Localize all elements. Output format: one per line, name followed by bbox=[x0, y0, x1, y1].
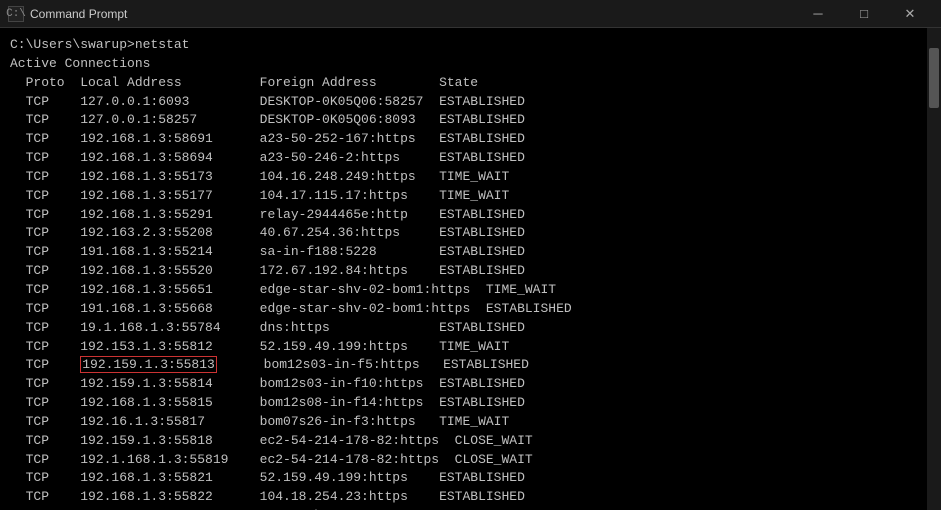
table-row: TCP 192.168.1.3:58691 a23-50-252-167:htt… bbox=[10, 130, 931, 149]
table-row: TCP 127.0.0.1:58257 DESKTOP-0K05Q06:8093… bbox=[10, 111, 931, 130]
command-prompt-line: C:\Users\swarup>netstat bbox=[10, 36, 931, 55]
terminal-icon: C:\ bbox=[8, 6, 24, 22]
minimize-button[interactable]: ─ bbox=[795, 0, 841, 28]
table-row: TCP 191.168.1.3:55214 sa-in-f188:5228 ES… bbox=[10, 243, 931, 262]
table-row: TCP 192.168.1.3:55291 relay-2944465e:htt… bbox=[10, 206, 931, 225]
scrollbar[interactable] bbox=[927, 28, 941, 510]
table-row: TCP 127.0.0.1:6093 DESKTOP-0K05Q06:58257… bbox=[10, 93, 931, 112]
outlined-address: 192.159.1.3:55813 bbox=[80, 356, 217, 373]
table-row: TCP 192.168.1.3:55520 172.67.192.84:http… bbox=[10, 262, 931, 281]
terminal-body: C:\Users\swarup>netstat Active Connectio… bbox=[0, 28, 941, 510]
maximize-button[interactable]: □ bbox=[841, 0, 887, 28]
table-row: TCP 192.168.1.3:55651 edge-star-shv-02-b… bbox=[10, 281, 931, 300]
table-row: TCP 192.159.1.3:55818 ec2-54-214-178-82:… bbox=[10, 432, 931, 451]
title-bar: C:\ Command Prompt ─ □ ✕ bbox=[0, 0, 941, 28]
window-controls: ─ □ ✕ bbox=[795, 0, 933, 28]
table-row: TCP 192.159.1.3:55814 bom12s03-in-f10:ht… bbox=[10, 375, 931, 394]
table-row: TCP 192.168.1.3:55821 52.159.49.199:http… bbox=[10, 469, 931, 488]
table-row: TCP 192.159.1.3:55813 bom12s03-in-f5:htt… bbox=[10, 356, 931, 375]
table-row: TCP 191.168.1.3:55668 edge-star-shv-02-b… bbox=[10, 300, 931, 319]
column-header: Proto Local Address Foreign Address Stat… bbox=[10, 74, 931, 93]
table-row: TCP 192.163.2.3:55208 40.67.254.36:https… bbox=[10, 224, 931, 243]
table-rows: TCP 127.0.0.1:6093 DESKTOP-0K05Q06:58257… bbox=[10, 93, 931, 510]
title-bar-left: C:\ Command Prompt bbox=[8, 6, 127, 22]
section-header: Active Connections bbox=[10, 55, 931, 74]
table-row: TCP 192.1.168.1.3:55819 ec2-54-214-178-8… bbox=[10, 451, 931, 470]
table-row: TCP 192.16.1.3:55817 bom07s26-in-f3:http… bbox=[10, 413, 931, 432]
table-row: TCP 192.153.1.3:55812 52.159.49.199:http… bbox=[10, 338, 931, 357]
table-row: TCP 192.168.1.3:55177 104.17.115.17:http… bbox=[10, 187, 931, 206]
table-row: TCP 19.1.168.1.3:55784 dns:https ESTABLI… bbox=[10, 319, 931, 338]
scrollbar-thumb[interactable] bbox=[929, 48, 939, 108]
table-row: TCP 192.168.1.3:55822 104.18.254.23:http… bbox=[10, 488, 931, 507]
table-row: TCP 192.168.1.3:55173 104.16.248.249:htt… bbox=[10, 168, 931, 187]
close-button[interactable]: ✕ bbox=[887, 0, 933, 28]
window-title: Command Prompt bbox=[30, 7, 127, 21]
table-row: TCP 192.168.1.3:58694 a23-50-246-2:https… bbox=[10, 149, 931, 168]
table-row: TCP 192.168.1.3:55815 bom12s08-in-f14:ht… bbox=[10, 394, 931, 413]
